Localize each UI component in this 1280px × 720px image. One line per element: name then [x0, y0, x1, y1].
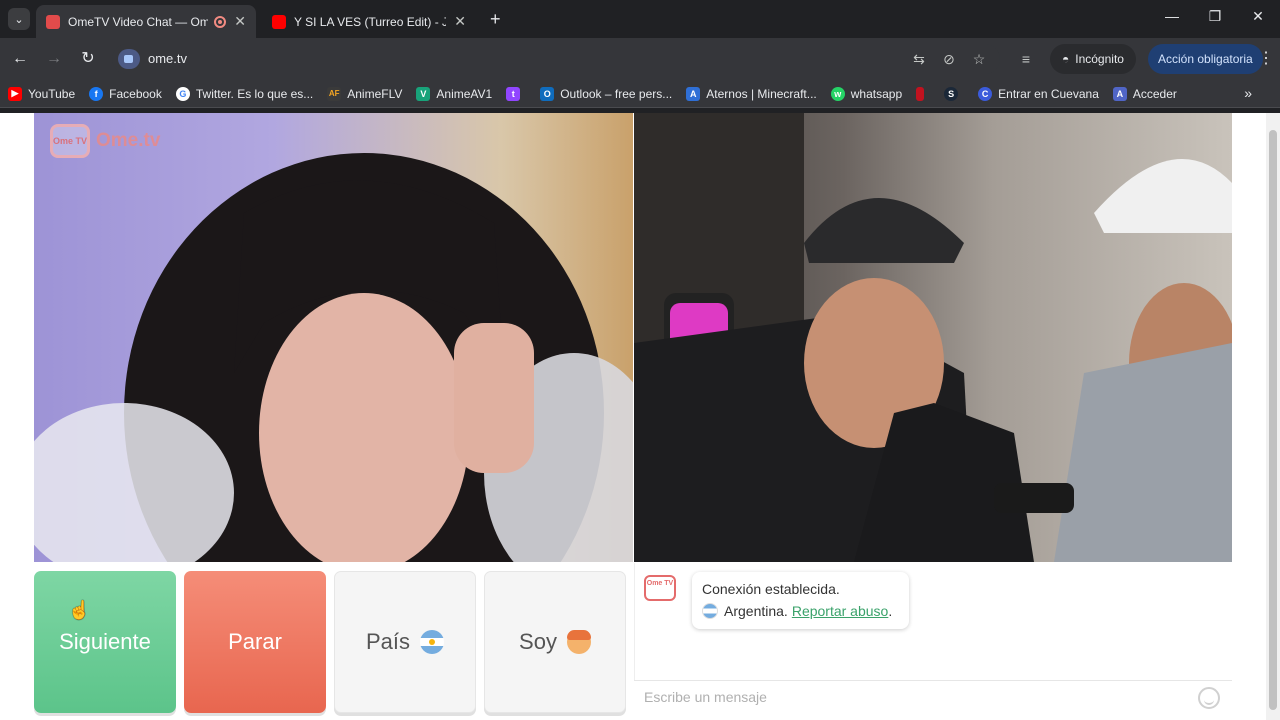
minimize-button[interactable]: — [1157, 8, 1187, 24]
reading-list-icon[interactable]: ≡ [1016, 49, 1036, 69]
bookmark-animeav1[interactable]: V AnimeAV1 [416, 86, 492, 101]
bookmark-whatsapp[interactable]: w whatsapp [830, 86, 902, 101]
bookmark-facebook[interactable]: f Facebook [89, 86, 162, 101]
argentina-flag-icon [420, 630, 445, 654]
ometv-logo-icon: Ome TV [50, 124, 90, 158]
browser-toolbar: ← → ↻ ome.tv ⇆ ⊘ ☆ ≡ ◓ Incógnito Acción … [0, 38, 1280, 80]
bookmark-outlook[interactable]: O Outlook – free pers... [540, 86, 672, 101]
bookmark-aternos[interactable]: A Aternos | Minecraft... [686, 86, 817, 101]
youtube-icon: ▶ [8, 86, 22, 101]
bookmarks-bar: ▶ YouTube f Facebook G Twitter. Es lo que e… [0, 80, 1280, 108]
tab-strip: ⌄ OmeTV Video Chat — Ome ✕ Y SI LA VES (… [0, 0, 1280, 38]
acceder-icon: A [1112, 86, 1127, 101]
aternos-icon: A [686, 86, 701, 101]
chat-ometv-logo-icon: Ome TV [644, 575, 676, 601]
site-info-icon[interactable] [118, 49, 140, 69]
cuevana-icon: C [978, 86, 993, 101]
url-text[interactable]: ome.tv [148, 51, 187, 66]
red-bookmark-icon [916, 86, 925, 101]
emoji-picker-icon[interactable] [1198, 687, 1220, 709]
stop-button[interactable]: Parar [184, 571, 326, 713]
tab-search-button[interactable]: ⌄ [8, 8, 30, 30]
bookmark-animeflv[interactable]: AF AnimeFLV [327, 86, 402, 101]
bookmark-red[interactable] [916, 86, 930, 101]
bookmark-twitter[interactable]: G Twitter. Es lo que es... [175, 86, 313, 101]
ometv-logo-text: Ome.tv [96, 130, 161, 151]
partner-country: Argentina. [724, 603, 788, 619]
window-close-button[interactable]: ✕ [1243, 8, 1273, 25]
reload-button[interactable]: ↻ [77, 48, 99, 70]
bookmark-acceder[interactable]: A Acceder [1112, 86, 1177, 101]
message-input[interactable] [642, 687, 1182, 707]
translate-icon[interactable]: ⇆ [909, 49, 929, 69]
forward-button[interactable]: → [43, 48, 65, 70]
ometv-watermark: Ome TV Ome.tv [50, 124, 160, 158]
steam-icon: S [944, 86, 959, 101]
close-tab-icon[interactable]: ✕ [234, 13, 246, 30]
new-tab-button[interactable]: + [490, 9, 501, 30]
country-button[interactable]: País [334, 571, 476, 713]
bookmark-twitch[interactable]: t [506, 86, 526, 101]
remote-video [634, 113, 1232, 562]
system-message: Conexión establecida. Argentina. Reporta… [692, 572, 909, 629]
facebook-icon: f [89, 86, 104, 101]
tracking-protection-icon[interactable]: ⊘ [939, 49, 959, 69]
report-abuse-link[interactable]: Reportar abuso [792, 603, 889, 619]
gender-button[interactable]: Soy [484, 571, 626, 713]
ometv-favicon-icon [46, 14, 60, 29]
close-tab-icon[interactable]: ✕ [454, 13, 466, 30]
incognito-icon: ◓ [1062, 52, 1070, 66]
incognito-badge[interactable]: ◓ Incógnito [1050, 44, 1136, 74]
more-bookmarks-icon[interactable]: » [1244, 85, 1252, 101]
remote-video-people [634, 113, 1232, 562]
restore-button[interactable]: ❐ [1200, 8, 1230, 25]
whatsapp-icon: w [830, 86, 845, 101]
twitch-icon: t [506, 86, 521, 101]
browser-menu-icon[interactable]: ⋮ [1258, 48, 1274, 68]
incognito-label: Incógnito [1075, 52, 1124, 66]
outlook-icon: O [540, 86, 555, 101]
tab-title: Y SI LA VES (Turreo Edit) - Jona [294, 14, 447, 29]
bookmark-star-icon[interactable]: ☆ [969, 49, 989, 69]
boy-emoji-icon [566, 630, 591, 654]
bookmark-youtube[interactable]: ▶ YouTube [8, 86, 75, 101]
mouse-cursor-icon: ☝ [68, 600, 91, 620]
scrollbar-thumb[interactable] [1269, 130, 1277, 710]
local-video-person [34, 153, 633, 562]
argentina-flag-icon [702, 603, 718, 619]
connection-status: Conexión establecida. [702, 581, 840, 597]
google-icon: G [175, 86, 190, 101]
bookmark-cuevana[interactable]: C Entrar en Cuevana [978, 86, 1099, 101]
chat-input-bar [634, 680, 1232, 712]
bookmark-steam[interactable]: S [944, 86, 964, 101]
address-bar[interactable]: ome.tv [112, 44, 1000, 74]
local-video [34, 113, 633, 562]
animeav1-icon: V [416, 86, 431, 101]
recording-icon [214, 15, 227, 28]
tab-youtube[interactable]: Y SI LA VES (Turreo Edit) - Jona ✕ [262, 5, 476, 38]
next-button[interactable]: Siguiente [34, 571, 176, 713]
animeflv-icon: AF [327, 86, 342, 101]
tab-ometv[interactable]: OmeTV Video Chat — Ome ✕ [36, 5, 256, 38]
action-required-button[interactable]: Acción obligatoria [1148, 44, 1263, 74]
back-button[interactable]: ← [9, 48, 31, 70]
youtube-favicon-icon [272, 14, 286, 29]
tab-title: OmeTV Video Chat — Ome [68, 14, 209, 29]
